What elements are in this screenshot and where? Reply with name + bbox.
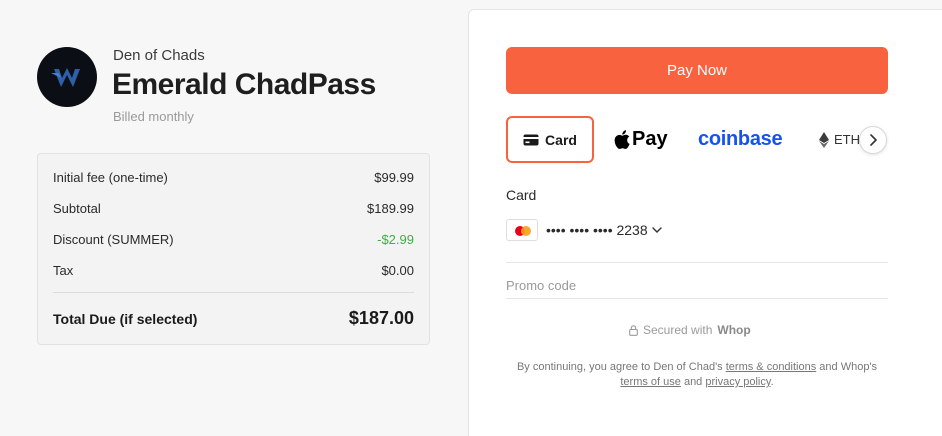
method-coinbase-tab[interactable]: coinbase (698, 116, 783, 163)
lock-icon (629, 324, 638, 336)
company-name: Den of Chads (113, 47, 205, 64)
promo-code-input[interactable] (506, 272, 888, 298)
summary-row-label: Discount (SUMMER) (53, 232, 174, 247)
method-apple-pay-label: Pay (632, 128, 668, 150)
summary-row-value: $189.99 (367, 201, 414, 216)
summary-row-label: Tax (53, 263, 74, 278)
method-card-tab[interactable]: Card (506, 116, 594, 163)
apple-icon (614, 130, 630, 149)
method-coinbase-label: coinbase (698, 128, 783, 150)
privacy-policy-link[interactable]: privacy policy (705, 376, 770, 388)
billing-period: Billed monthly (113, 109, 194, 124)
card-section-label: Card (506, 187, 537, 203)
terms-of-use-link[interactable]: terms of use (620, 376, 681, 388)
promo-divider-top (506, 262, 888, 263)
summary-row-label: Subtotal (53, 201, 101, 216)
order-summary: Initial fee (one-time) $99.99 Subtotal $… (37, 153, 430, 345)
next-methods-button[interactable] (859, 126, 887, 154)
chevron-right-icon (870, 134, 877, 146)
summary-row-value: -$2.99 (377, 232, 414, 247)
legal-and-1: and Whop's (816, 361, 878, 373)
product-title: Emerald ChadPass (112, 68, 376, 101)
method-eth-label: ETH (834, 132, 860, 147)
summary-row-subtotal: Subtotal $189.99 (53, 201, 414, 216)
legal-and-2: and (680, 376, 706, 388)
payment-methods: Card Pay coinbase ETH (506, 116, 888, 164)
legal-prefix: By continuing, you agree to Den of Chad'… (516, 361, 726, 373)
summary-row-value: $99.99 (374, 170, 414, 185)
summary-total-row: Total Due (if selected) $187.00 (53, 308, 414, 328)
method-apple-pay-tab[interactable]: Pay (614, 116, 674, 163)
ethereum-icon (819, 131, 829, 148)
method-card-label: Card (545, 131, 577, 148)
total-label: Total Due (if selected) (53, 311, 198, 327)
company-logo (37, 47, 97, 107)
card-number: •••• •••• •••• 2238 (546, 222, 648, 238)
terms-conditions-link[interactable]: terms & conditions (726, 361, 816, 373)
summary-divider (53, 292, 414, 293)
chevron-down-icon (651, 226, 662, 233)
den-of-chads-logo-icon (51, 68, 80, 87)
legal-notice: By continuing, you agree to Den of Chad'… (506, 360, 888, 390)
mastercard-icon (506, 219, 538, 241)
pay-now-button[interactable]: Pay Now (506, 47, 888, 94)
summary-row-initial-fee: Initial fee (one-time) $99.99 (53, 170, 414, 185)
saved-card-select[interactable]: •••• •••• •••• 2238 (506, 218, 662, 242)
whop-brand: Whop (717, 323, 751, 337)
method-eth-tab[interactable]: ETH (819, 116, 860, 163)
secured-notice: Secured with Whop (629, 323, 751, 337)
promo-divider-bottom (506, 298, 888, 299)
summary-row-discount: Discount (SUMMER) -$2.99 (53, 232, 414, 247)
summary-row-tax: Tax $0.00 (53, 263, 414, 278)
checkout-panel: Pay Now Card Pay coinbase ETH Card •••• … (468, 9, 942, 436)
secured-text: Secured with (643, 323, 713, 337)
credit-card-icon (523, 134, 539, 145)
summary-row-value: $0.00 (381, 263, 414, 278)
summary-row-label: Initial fee (one-time) (53, 170, 168, 185)
legal-suffix: . (770, 376, 774, 388)
total-value: $187.00 (348, 308, 414, 328)
